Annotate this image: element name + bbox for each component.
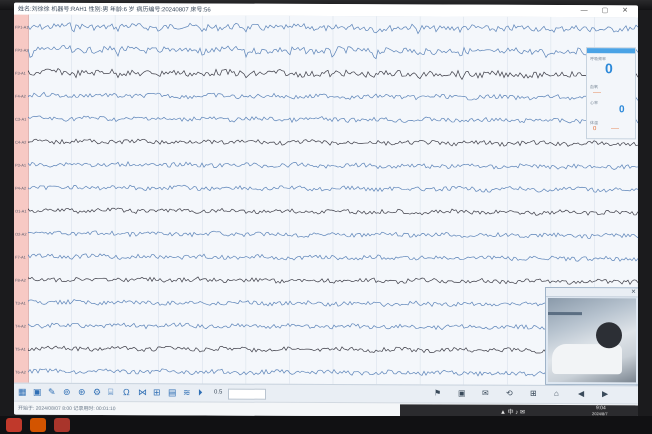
channel-label: T4-A2 xyxy=(15,323,26,329)
channel-label: P4-A2 xyxy=(15,185,27,191)
toolbar-right-icon[interactable]: ▣ xyxy=(458,389,466,398)
channel-label: FP1-A1 xyxy=(15,24,29,30)
temp-value-b: ---- xyxy=(611,126,619,133)
channel-label: T5-A1 xyxy=(15,346,26,352)
host-app-icon[interactable] xyxy=(54,418,70,432)
zoom-label: 0.5 xyxy=(214,389,223,396)
toolbar-tool-icon[interactable]: ▣ xyxy=(33,387,42,397)
channel-label: C4-A2 xyxy=(15,139,27,145)
host-taskbar xyxy=(0,416,652,434)
toolbar-right-icon[interactable]: ◀ xyxy=(578,389,584,398)
vital-signs-panel: 呼吸频率 0 血氧 ---- 心率 0 体温 0 ---- xyxy=(586,47,636,140)
toolbar-tool-icon[interactable]: ⊞ xyxy=(153,387,161,397)
zoom-field[interactable] xyxy=(228,388,266,400)
bed-sheet xyxy=(552,343,622,375)
toolbar-tool-icon[interactable]: ▤ xyxy=(168,387,177,397)
eeg-waveform-area[interactable]: FP1-A1 FP2-A2 F3-A1 F4-A2 C3-A1 C4-A2 P3-A1 P4-… xyxy=(14,14,638,394)
channel-label: F8-A2 xyxy=(15,277,26,283)
video-close-icon[interactable]: ✕ xyxy=(631,288,636,295)
toolbar-right-icon[interactable]: ⊞ xyxy=(530,389,537,398)
eeg-application-window: 姓名:刘徐徐 机器号:RAH1 性别:男 年龄:6 岁 病历编号:2024080… xyxy=(14,2,638,418)
resp-label: 呼吸频率 xyxy=(590,56,606,62)
channel-label-column: FP1-A1 FP2-A2 F3-A1 F4-A2 C3-A1 C4-A2 P3-A1 P4-… xyxy=(14,14,29,383)
toolbar-right-icon[interactable]: ⟲ xyxy=(506,389,513,398)
channel-label: T3-A1 xyxy=(15,300,26,306)
toolbar-right-icon[interactable]: ⚑ xyxy=(434,388,441,397)
channel-label: O2-A2 xyxy=(15,231,27,237)
toolbar-tool-icon[interactable]: ≋ xyxy=(183,387,191,397)
toolbar-right-icon[interactable]: ▶ xyxy=(602,389,608,398)
toolbar-tool-icon[interactable]: ⏵ xyxy=(198,387,203,397)
bed-rail xyxy=(548,311,582,316)
temp-value-a: 0 xyxy=(593,126,597,133)
channel-label: O1-A1 xyxy=(15,208,27,214)
toolbar-tool-icon[interactable]: ⊚ xyxy=(63,387,71,397)
hr-label: 心率 xyxy=(590,100,598,106)
hr-value: 0 xyxy=(619,104,625,116)
toolbar-tool-icon[interactable]: ⚙ xyxy=(93,387,101,397)
channel-label: P3-A1 xyxy=(15,162,27,168)
channel-label: T6-A2 xyxy=(15,369,26,375)
patient-head xyxy=(596,322,622,349)
host-app-icon[interactable] xyxy=(30,418,46,432)
channel-label: F4-A2 xyxy=(15,93,26,99)
toolbar-tool-icon[interactable]: ⌸ xyxy=(108,387,113,397)
toolbar-tool-icon[interactable]: ⊛ xyxy=(78,387,86,397)
toolbar-right-icon[interactable]: ✉ xyxy=(482,389,489,398)
status-text: 开始于: 2024/08/07 8:00 记录用时: 00:01:10 xyxy=(18,405,116,413)
window-title: 姓名:刘徐徐 机器号:RAH1 性别:男 年龄:6 岁 病历编号:2024080… xyxy=(18,6,211,14)
channel-label: C3-A1 xyxy=(15,116,27,122)
vital-panel-header xyxy=(587,48,635,54)
host-app-icon[interactable] xyxy=(6,418,22,432)
toolbar-tool-icon[interactable]: Ω xyxy=(123,387,130,397)
window-controls[interactable]: — ▢ ✕ xyxy=(581,6,634,14)
resp-value: 0 xyxy=(605,60,613,77)
channel-label: F7-A1 xyxy=(15,254,26,260)
video-title-bar: ✕ xyxy=(546,287,638,298)
spo2-value: ---- xyxy=(593,90,601,97)
channel-label: FP2-A2 xyxy=(15,47,29,53)
toolbar-tool-icon[interactable]: ▦ xyxy=(18,387,27,397)
toolbar-tool-icon[interactable]: ✎ xyxy=(48,387,56,397)
tray-icons[interactable]: ▲ 中 ♪ ✉ xyxy=(500,407,525,416)
video-monitor-window[interactable]: ✕ xyxy=(545,286,638,386)
toolbar-right-icon[interactable]: ⌂ xyxy=(554,389,559,398)
toolbar-tool-icon[interactable]: ⋈ xyxy=(138,387,147,397)
channel-label: F3-A1 xyxy=(15,70,26,76)
patient-video-feed xyxy=(548,297,636,383)
